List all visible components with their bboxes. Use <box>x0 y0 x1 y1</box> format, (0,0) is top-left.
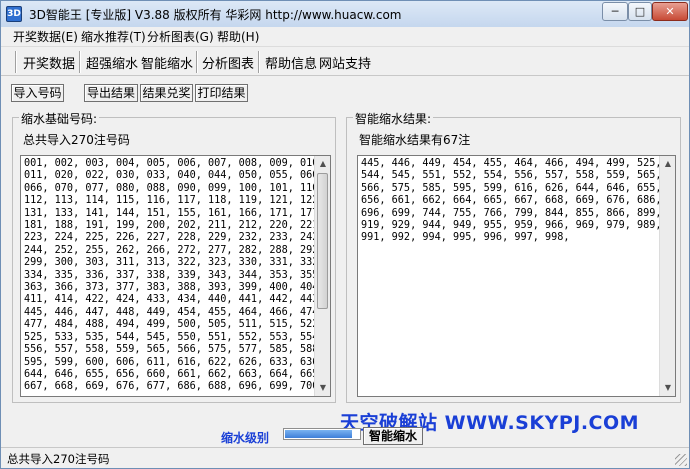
toolbar: 开奖数据 超强缩水 智能缩水 分析图表 帮助信息 网站支持 <box>1 46 689 76</box>
base-numbers-textarea[interactable]: 001, 002, 003, 004, 005, 006, 007, 008, … <box>20 155 331 397</box>
toolbar-help-info-button[interactable]: 帮助信息 <box>265 53 317 72</box>
base-numbers-summary: 总共导入270注号码 <box>23 133 130 147</box>
smart-results-summary: 智能缩水结果有67注 <box>359 133 471 147</box>
base-numbers-scrollbar[interactable]: ▲ ▼ <box>314 156 330 396</box>
smart-results-text: 445, 446, 449, 454, 455, 464, 466, 494, … <box>361 158 662 244</box>
main-window: 3D 3D智能王 [专业版] V3.88 版权所有 华彩网 http://www… <box>0 0 690 469</box>
base-numbers-group-title: 缩水基础号码: <box>19 110 100 127</box>
toolbar-website-support-button[interactable]: 网站支持 <box>319 53 371 72</box>
scroll-down-icon[interactable]: ▼ <box>315 380 330 396</box>
minimize-button[interactable]: ─ <box>602 2 628 21</box>
export-results-button[interactable]: 导出结果 <box>84 84 138 102</box>
smart-reduce-button[interactable]: 智能缩水 <box>363 427 423 445</box>
base-numbers-text: 001, 002, 003, 004, 005, 006, 007, 008, … <box>24 158 325 393</box>
reduce-level-label: 缩水级别 <box>221 431 270 445</box>
scroll-up-icon[interactable]: ▲ <box>315 156 330 172</box>
status-text: 总共导入270注号码 <box>7 452 110 466</box>
toolbar-separator <box>15 51 17 73</box>
menu-help[interactable]: 帮助(H) <box>217 28 259 45</box>
app-icon: 3D <box>6 6 22 22</box>
toolbar-separator <box>258 51 260 73</box>
smart-results-group-title: 智能缩水结果: <box>353 110 434 127</box>
menu-bar: 开奖数据(E) 缩水推荐(T) 分析图表(G) 帮助(H) <box>1 27 689 45</box>
toolbar-analysis-charts-button[interactable]: 分析图表 <box>202 53 254 72</box>
menu-analysis-charts[interactable]: 分析图表(G) <box>147 28 214 45</box>
menu-draw-data[interactable]: 开奖数据(E) <box>13 28 78 45</box>
scroll-down-icon[interactable]: ▼ <box>660 380 675 396</box>
smart-results-scrollbar[interactable]: ▲ ▼ <box>659 156 675 396</box>
redeem-results-button[interactable]: 结果兑奖 <box>140 84 193 102</box>
maximize-button[interactable]: □ <box>628 2 652 21</box>
menu-reduce-recommend[interactable]: 缩水推荐(T) <box>81 28 146 45</box>
toolbar-separator <box>79 51 81 73</box>
print-results-button[interactable]: 打印结果 <box>195 84 248 102</box>
smart-results-group: 智能缩水结果: 智能缩水结果有67注 445, 446, 449, 454, 4… <box>346 110 681 403</box>
toolbar-super-reduce-button[interactable]: 超强缩水 <box>86 53 138 72</box>
scroll-thumb[interactable] <box>317 173 328 309</box>
title-bar[interactable]: 3D 3D智能王 [专业版] V3.88 版权所有 华彩网 http://www… <box>1 1 689 27</box>
base-numbers-group: 缩水基础号码: 总共导入270注号码 001, 002, 003, 004, 0… <box>12 110 336 403</box>
toolbar-smart-reduce-button[interactable]: 智能缩水 <box>141 53 193 72</box>
toolbar-separator <box>196 51 198 73</box>
reduce-level-fill <box>285 430 352 438</box>
close-button[interactable]: ✕ <box>652 2 688 21</box>
smart-results-textarea[interactable]: 445, 446, 449, 454, 455, 464, 466, 494, … <box>357 155 676 397</box>
import-numbers-button[interactable]: 导入号码 <box>11 84 64 102</box>
resize-grip-icon[interactable] <box>675 454 687 466</box>
toolbar-draw-data-button[interactable]: 开奖数据 <box>23 53 75 72</box>
window-title: 3D智能王 [专业版] V3.88 版权所有 华彩网 http://www.hu… <box>29 8 402 22</box>
status-bar: 总共导入270注号码 <box>1 447 689 468</box>
reduce-level-progress[interactable] <box>283 428 361 440</box>
scroll-up-icon[interactable]: ▲ <box>660 156 675 172</box>
